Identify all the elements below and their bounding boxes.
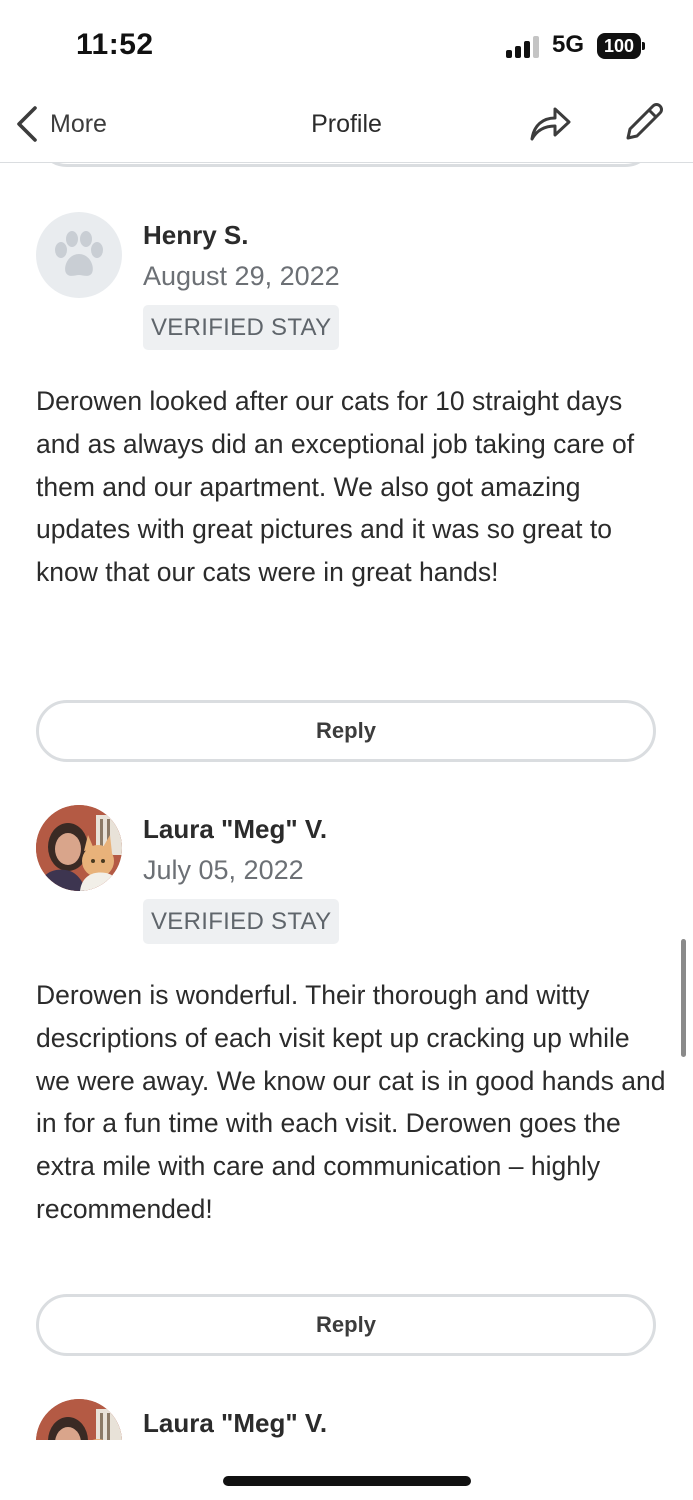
pencil-icon <box>626 103 663 140</box>
status-time: 11:52 <box>76 28 154 61</box>
edit-button[interactable] <box>620 98 668 146</box>
review-date: July 05, 2022 <box>143 855 304 885</box>
review-date: August 29, 2022 <box>143 261 340 291</box>
reply-button[interactable]: Reply <box>36 700 656 762</box>
share-button[interactable] <box>527 100 573 146</box>
review-text: Derowen is wonderful. Their thorough and… <box>36 980 666 1224</box>
signal-strength-icon <box>506 34 546 58</box>
chevron-left-icon <box>17 106 37 142</box>
battery-icon: 100 <box>597 33 645 59</box>
share-arrow-icon <box>530 107 571 141</box>
reviews-list[interactable]: Henry S. August 29, 2022 VERIFIED STAY D… <box>0 163 693 1440</box>
verified-stay-badge: VERIFIED STAY <box>143 899 340 944</box>
scrollbar[interactable] <box>681 939 686 1057</box>
user-photo <box>36 1399 122 1440</box>
paw-icon <box>55 231 103 276</box>
reply-button[interactable]: Reply <box>36 1294 656 1356</box>
network-type: 5G <box>552 31 585 58</box>
avatar <box>36 1399 122 1440</box>
status-bar: 11:52 5G 100 <box>0 0 693 92</box>
back-button[interactable]: More <box>14 102 107 146</box>
reviewer-name: Laura "Meg" V. <box>143 814 328 844</box>
user-photo <box>36 805 122 891</box>
navigation-bar: More Profile <box>0 92 693 163</box>
reviewer-name: Henry S. <box>143 220 249 250</box>
review-text: Derowen looked after our cats for 10 str… <box>36 386 635 588</box>
reply-button-previous[interactable] <box>36 163 656 167</box>
home-indicator[interactable] <box>223 1476 471 1486</box>
back-label: More <box>50 109 107 138</box>
avatar <box>36 805 122 891</box>
reviewer-name: Laura "Meg" V. <box>143 1408 328 1438</box>
battery-level: 100 <box>597 33 641 59</box>
verified-stay-badge: VERIFIED STAY <box>143 305 340 350</box>
avatar <box>36 212 122 298</box>
